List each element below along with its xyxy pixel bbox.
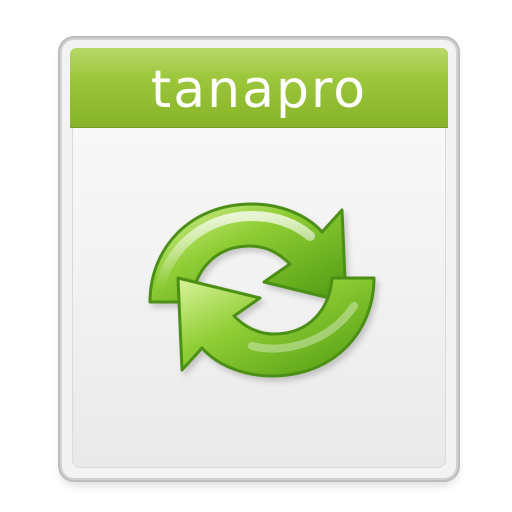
sync-icon — [148, 202, 376, 378]
label-band: tanapro — [70, 48, 448, 128]
app-icon: tanapro — [0, 0, 512, 512]
document-icon-frame: tanapro — [62, 40, 456, 478]
brand-label: tanapro — [150, 60, 368, 120]
